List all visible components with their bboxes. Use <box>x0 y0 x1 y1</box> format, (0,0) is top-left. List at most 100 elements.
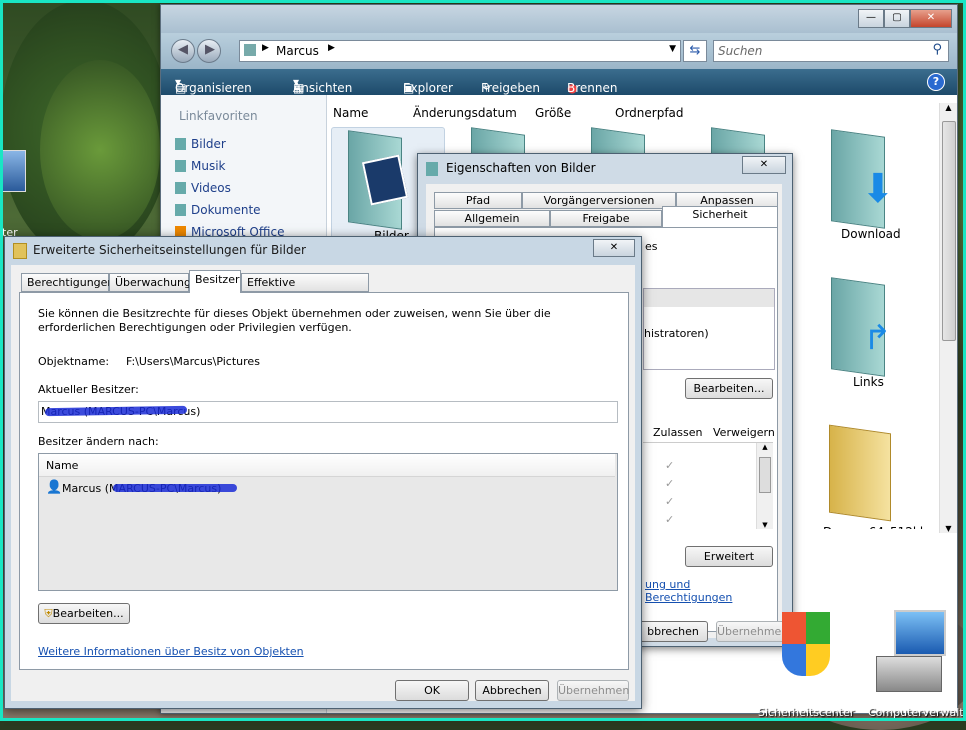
tab-previous-versions[interactable]: Vorgängerversionen <box>522 192 676 209</box>
partial-text: es <box>645 240 658 253</box>
perm-deny-header: Verweigern <box>713 426 775 439</box>
breadcrumb-marcus[interactable]: Marcus <box>276 44 319 58</box>
check-icon: ✓ <box>665 459 675 472</box>
owner-panel: Sie können die Besitzrechte für dieses O… <box>19 292 629 670</box>
maximize-button[interactable]: ▢ <box>884 9 910 28</box>
permissions-list: ✓ ✓ ✓ ✓ ▲ ▼ <box>643 442 773 531</box>
column-size[interactable]: Größe <box>535 106 571 120</box>
minimize-button[interactable]: — <box>858 9 884 28</box>
tab-owner[interactable]: Besitzer <box>189 270 241 293</box>
ownership-info-link[interactable]: Weitere Informationen über Besitz von Ob… <box>38 645 304 658</box>
breadcrumb-arrow-icon: ▶ <box>328 43 335 53</box>
list-header: Name <box>39 454 615 477</box>
forward-button[interactable]: ▶ <box>197 39 221 63</box>
scroll-thumb[interactable] <box>759 457 771 493</box>
back-arrow-icon: ◀ <box>178 42 188 57</box>
toolbar-organize[interactable]: ▤ Organisieren ▾ <box>175 75 252 95</box>
videos-icon <box>175 182 186 194</box>
cancel-button[interactable]: Abbrechen <box>475 680 549 701</box>
search-icon[interactable]: ⚲ <box>932 42 942 57</box>
download-arrow-icon: ⬇ <box>861 166 895 212</box>
column-name[interactable]: Name <box>333 106 368 120</box>
security-edit-button[interactable]: Bearbeiten... <box>685 378 773 399</box>
apply-button[interactable]: Übernehmen <box>557 680 629 701</box>
help-icon[interactable]: ? <box>927 73 945 91</box>
desktop-computer-icon[interactable]: ter <box>0 150 30 239</box>
column-headers: Name Änderungsdatum Größe Ordnerpfad <box>329 103 937 123</box>
advanced-security-dialog: Erweiterte Sicherheitseinstellungen für … <box>4 236 642 709</box>
object-name-label: Objektname: <box>38 355 110 368</box>
refresh-icon: ⇆ <box>689 43 701 58</box>
change-owner-label: Besitzer ändern nach: <box>38 435 159 448</box>
toolbar-views[interactable]: ▦ Ansichten ▾ <box>293 75 352 95</box>
tab-sharing[interactable]: Freigabe <box>550 210 662 227</box>
address-input[interactable]: ▶ Marcus ▶ ▼ <box>239 40 681 62</box>
column-modified[interactable]: Änderungsdatum <box>413 106 517 120</box>
properties-cancel-button[interactable]: bbrechen <box>638 621 708 642</box>
search-placeholder: Suchen <box>718 44 763 58</box>
check-icon: ✓ <box>665 495 675 508</box>
nav-favorites-header: Linkfavoriten <box>179 109 258 123</box>
redaction-scribble <box>113 484 237 492</box>
group-item-admin[interactable]: histratoren) <box>644 327 709 340</box>
column-path[interactable]: Ordnerpfad <box>615 106 684 120</box>
pictures-icon <box>175 138 186 150</box>
documents-icon <box>175 204 186 216</box>
tab-security[interactable]: Sicherheit <box>662 206 778 228</box>
tab-path[interactable]: Pfad <box>434 192 522 209</box>
advanced-button[interactable]: Erweitert <box>685 546 773 567</box>
explorer-scrollbar[interactable]: ▲ ▼ <box>939 103 957 533</box>
search-input[interactable]: Suchen ⚲ <box>713 40 949 62</box>
folder-download[interactable]: ⬇ Download <box>815 129 925 249</box>
current-owner-field: Marcus (MARCUS-PC\Marcus) <box>38 401 618 423</box>
back-button[interactable]: ◀ <box>171 39 195 63</box>
tab-effective-permissions[interactable]: Effektive Berechtigungen <box>241 273 369 307</box>
folder-demos[interactable]: Demos 64_512kb <box>815 423 927 533</box>
refresh-button[interactable]: ⇆ <box>683 40 707 62</box>
music-icon <box>175 160 186 172</box>
nav-item-pictures[interactable]: Bilder <box>175 137 226 151</box>
perm-allow-header: Zulassen <box>653 426 703 439</box>
properties-close-button[interactable]: ✕ <box>742 156 786 174</box>
permissions-scrollbar[interactable]: ▲ ▼ <box>756 443 773 529</box>
breadcrumb-arrow-icon: ▶ <box>262 43 269 53</box>
scroll-down-icon[interactable]: ▼ <box>757 521 773 529</box>
properties-folder-icon <box>426 162 438 176</box>
owner-candidates-list[interactable]: Name 👤 Marcus (MARCUS-PC\Marcus) <box>38 453 618 591</box>
folder-label: Links <box>853 375 884 389</box>
computer-management-label: Computerverwalt. <box>868 706 966 719</box>
nav-item-music[interactable]: Musik <box>175 159 226 173</box>
owner-edit-button[interactable]: ⛨Bearbeiten... <box>38 603 130 624</box>
check-icon: ✓ <box>665 477 675 490</box>
owner-description: Sie können die Besitzrechte für dieses O… <box>38 307 551 334</box>
scroll-thumb[interactable] <box>942 121 956 341</box>
tab-permissions[interactable]: Berechtigungen <box>21 273 114 292</box>
scroll-up-icon[interactable]: ▲ <box>757 443 773 451</box>
explorer-titlebar: — ▢ ✕ <box>161 5 957 33</box>
tab-general[interactable]: Allgemein <box>434 210 550 227</box>
explorer-toolbar: ▤ Organisieren ▾ ▦ Ansichten ▾ ▣ Explore… <box>161 69 957 95</box>
desktop-security-center[interactable]: Sicherheitscenter <box>758 612 855 719</box>
list-item[interactable]: 👤 Marcus (MARCUS-PC\Marcus) <box>39 478 615 498</box>
link-arrow-icon: ↱ <box>863 318 892 358</box>
list-header-name[interactable]: Name <box>46 459 78 472</box>
permissions-help-link[interactable]: ung und Berechtigungen <box>645 578 777 604</box>
current-owner-label: Aktueller Besitzer: <box>38 383 139 396</box>
security-center-label: Sicherheitscenter <box>758 706 855 719</box>
groups-list-header <box>644 289 774 307</box>
nav-item-documents[interactable]: Dokumente <box>175 203 261 217</box>
groups-list[interactable]: histratoren) <box>643 288 775 370</box>
ok-button[interactable]: OK <box>395 680 469 701</box>
close-button[interactable]: ✕ <box>910 9 952 28</box>
folder-links[interactable]: ↱ Links <box>815 277 925 397</box>
dialog-close-button[interactable]: ✕ <box>593 239 635 257</box>
address-dropdown-icon[interactable]: ▼ <box>669 44 676 54</box>
folder-label: Demos 64_512kb <box>823 525 927 529</box>
scroll-down-icon[interactable]: ▼ <box>940 524 957 533</box>
scroll-up-icon[interactable]: ▲ <box>940 103 957 112</box>
nav-item-videos[interactable]: Videos <box>175 181 231 195</box>
dialog-folder-icon <box>13 243 27 259</box>
forward-arrow-icon: ▶ <box>205 42 215 57</box>
tab-auditing[interactable]: Überwachung <box>109 273 191 292</box>
desktop-computer-management[interactable]: Computerverwalt. <box>866 604 966 719</box>
